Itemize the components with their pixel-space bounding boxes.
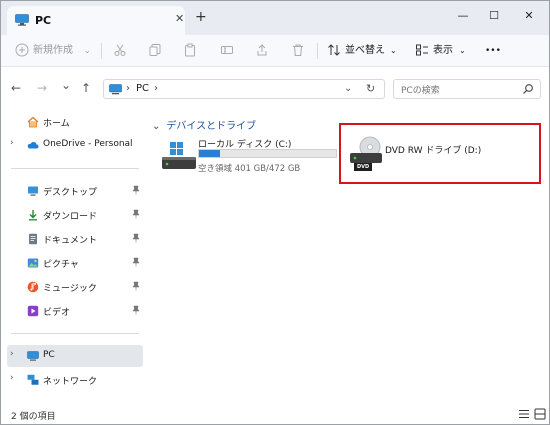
expand-chevron-icon[interactable]: ›	[10, 373, 14, 383]
status-bar: 2 個の項目	[1, 403, 549, 424]
document-icon	[29, 233, 37, 245]
copy-icon[interactable]	[148, 43, 162, 57]
explorer-window: PC ✕ + — ☐ ✕ 新規作成 ⌄ 並べ替え ⌄ 表示 ⌄ ••• ← → …	[0, 0, 550, 425]
sidebar-item-music[interactable]: ミュージック	[7, 276, 143, 298]
sidebar-item-label: ダウンロード	[43, 212, 98, 222]
sidebar-item-documents[interactable]: ドキュメント	[7, 228, 143, 250]
sidebar-item-network[interactable]: › ネットワーク	[7, 369, 143, 391]
network-icon	[27, 374, 39, 385]
recent-locations-button[interactable]: ⌄	[61, 79, 71, 91]
sort-icon	[328, 44, 340, 56]
breadcrumb-pc[interactable]: PC	[136, 83, 149, 94]
delete-icon[interactable]	[291, 43, 305, 57]
toolbar-separator	[317, 43, 318, 59]
sort-button[interactable]: 並べ替え	[345, 42, 385, 60]
pc-icon	[27, 351, 39, 361]
search-box[interactable]: PCの検索	[393, 79, 541, 99]
rename-icon[interactable]	[220, 43, 234, 57]
address-bar[interactable]: › PC › ⌄ ↻	[103, 79, 385, 99]
new-dropdown-chevron-icon: ⌄	[84, 46, 91, 55]
search-input[interactable]: PCの検索	[401, 83, 440, 96]
refresh-button[interactable]: ↻	[366, 82, 375, 95]
sidebar-item-label: OneDrive - Personal	[43, 139, 133, 149]
collapse-chevron-icon: ⌄	[152, 121, 161, 132]
view-chevron-icon: ⌄	[459, 46, 466, 55]
sidebar-item-label: ピクチャ	[43, 260, 79, 270]
minimize-button[interactable]: —	[453, 7, 473, 25]
large-icons-view-icon[interactable]	[533, 407, 547, 421]
search-icon	[523, 84, 533, 94]
capacity-used-fill	[199, 150, 220, 157]
sidebar-item-label: PC	[43, 350, 55, 360]
sidebar-item-home[interactable]: ホーム	[7, 111, 143, 133]
group-header-devices[interactable]: ⌄ デバイスとドライブ	[152, 117, 256, 132]
expand-chevron-icon[interactable]: ›	[10, 349, 14, 359]
home-icon	[27, 116, 39, 128]
maximize-button[interactable]: ☐	[484, 7, 504, 25]
pc-icon	[15, 14, 29, 26]
local-disk-icon	[162, 142, 196, 169]
capacity-bar	[198, 149, 337, 158]
cut-icon[interactable]	[113, 43, 127, 57]
pin-icon[interactable]	[132, 305, 140, 315]
address-row: ← → ⌄ ↑ › PC › ⌄ ↻ PCの検索	[1, 67, 549, 111]
sidebar-item-desktop[interactable]: デスクトップ	[7, 180, 143, 202]
new-button[interactable]: 新規作成	[33, 42, 73, 60]
pictures-icon	[27, 258, 39, 268]
drive-free-space: 空き領域 401 GB/472 GB	[198, 164, 301, 174]
pin-icon[interactable]	[132, 257, 140, 267]
pin-icon[interactable]	[132, 233, 140, 243]
tab-close-button[interactable]: ✕	[175, 12, 184, 25]
sort-chevron-icon: ⌄	[390, 46, 397, 55]
download-icon	[29, 210, 37, 221]
paste-icon[interactable]	[183, 43, 197, 57]
expand-chevron-icon[interactable]: ›	[10, 138, 14, 148]
sidebar-item-label: ミュージック	[43, 284, 97, 294]
sidebar-item-pc[interactable]: › PC	[7, 345, 143, 367]
sidebar-item-videos[interactable]: ビデオ	[7, 300, 143, 322]
command-bar: 新規作成 ⌄ 並べ替え ⌄ 表示 ⌄ •••	[1, 35, 549, 67]
sidebar-item-onedrive[interactable]: › OneDrive - Personal	[7, 134, 143, 156]
address-history-chevron-icon[interactable]: ⌄	[344, 83, 352, 94]
sidebar-item-pictures[interactable]: ピクチャ	[7, 252, 143, 274]
pin-icon[interactable]	[132, 209, 140, 219]
up-button[interactable]: ↑	[81, 82, 91, 94]
videos-icon	[27, 305, 39, 317]
details-view-icon[interactable]	[517, 407, 531, 421]
tab-title: PC	[35, 14, 52, 27]
new-tab-button[interactable]: +	[195, 10, 207, 24]
sidebar-item-label: ホーム	[43, 119, 70, 129]
sidebar-divider	[11, 333, 139, 334]
music-icon	[27, 281, 39, 293]
pin-icon[interactable]	[132, 281, 140, 291]
navigation-pane: ホーム › OneDrive - Personal デスクトップ ダウンロード …	[1, 111, 144, 403]
breadcrumb-separator[interactable]: ›	[126, 83, 130, 94]
view-button[interactable]: 表示	[433, 42, 453, 60]
title-bar: PC ✕ + — ☐ ✕	[1, 1, 549, 35]
new-plus-icon	[15, 43, 29, 57]
sidebar-item-label: デスクトップ	[43, 188, 98, 198]
toolbar-separator	[101, 43, 102, 59]
close-button[interactable]: ✕	[519, 7, 539, 25]
desktop-icon	[28, 186, 38, 196]
sidebar-item-label: ビデオ	[43, 308, 71, 318]
highlight-box	[339, 123, 541, 184]
back-button[interactable]: ←	[11, 82, 21, 94]
group-title: デバイスとドライブ	[166, 121, 257, 132]
view-icon	[416, 44, 428, 56]
onedrive-cloud-icon	[27, 142, 39, 149]
share-icon[interactable]	[255, 43, 269, 57]
sidebar-item-label: ドキュメント	[43, 236, 98, 246]
sidebar-item-label: ネットワーク	[43, 377, 98, 387]
sidebar-divider	[11, 168, 139, 169]
sidebar-item-downloads[interactable]: ダウンロード	[7, 204, 143, 226]
breadcrumb-separator[interactable]: ›	[154, 83, 158, 94]
pc-icon	[109, 84, 122, 95]
item-count: 2 個の項目	[11, 412, 56, 422]
forward-button[interactable]: →	[37, 82, 47, 94]
more-options-button[interactable]: •••	[485, 42, 501, 60]
tab-pc[interactable]: PC ✕	[7, 6, 185, 35]
pin-icon[interactable]	[132, 185, 140, 195]
